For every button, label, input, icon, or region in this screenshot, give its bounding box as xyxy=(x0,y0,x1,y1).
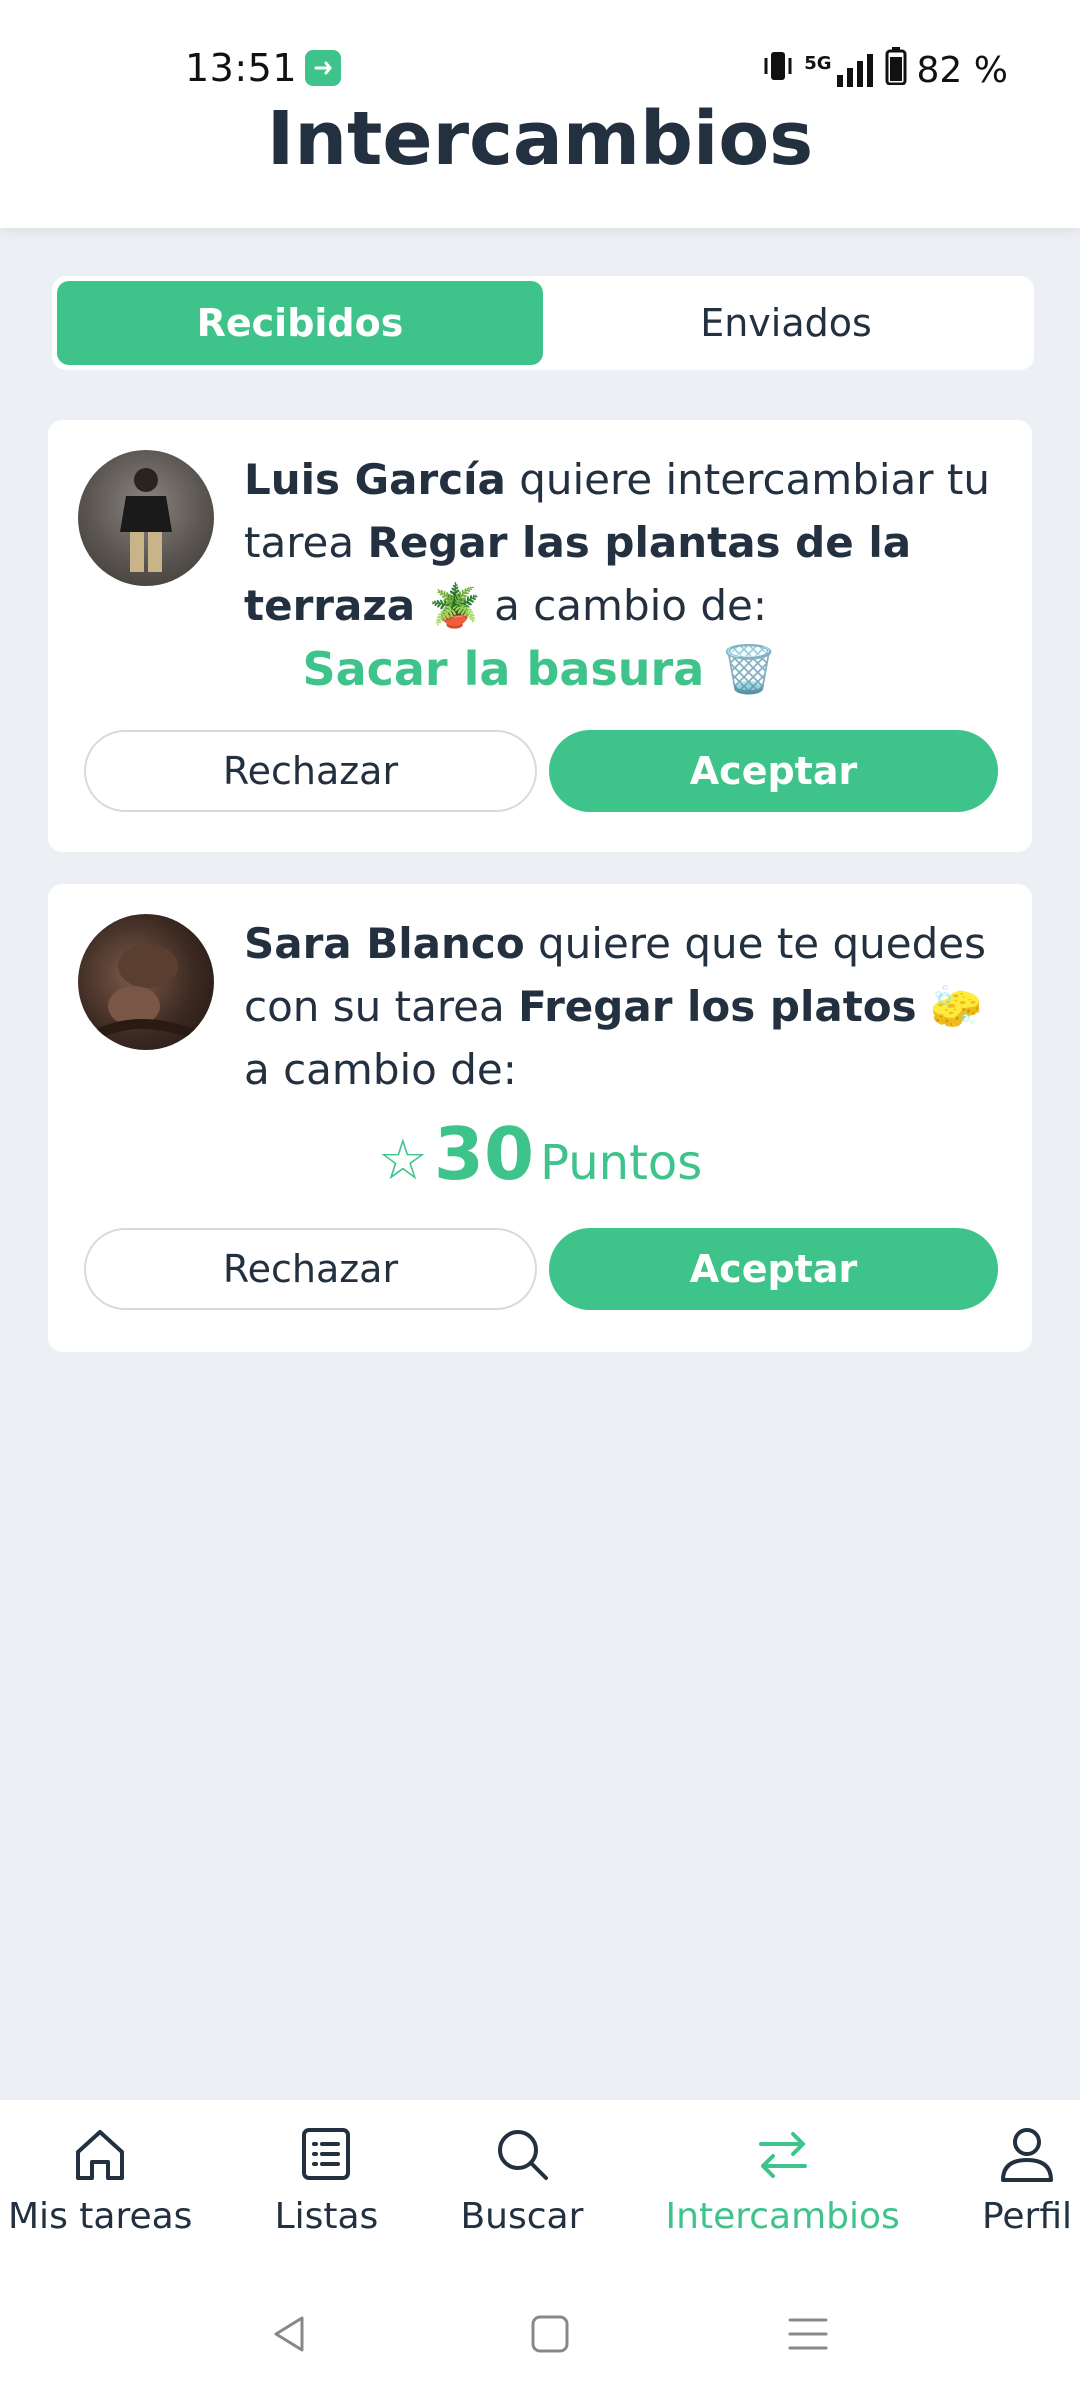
status-time: 13:51 xyxy=(185,46,298,90)
nav-label: Perfil xyxy=(981,2196,1072,2237)
task-emoji: 🪴 xyxy=(428,581,481,630)
accept-button[interactable]: Aceptar xyxy=(549,1228,998,1310)
nav-item-profile[interactable]: Perfil xyxy=(982,2100,1072,2270)
status-bar: 13:51 5G 82 % xyxy=(0,40,1080,100)
bottom-nav: Mis tareas Listas Buscar Intercambios Pe… xyxy=(0,2100,1080,2270)
signal-icon: 5G xyxy=(804,53,874,87)
exchange-request-card: Sara Blanco quiere que te quedes con su … xyxy=(48,884,1032,1352)
nav-label: Listas xyxy=(274,2196,379,2237)
accept-button[interactable]: Aceptar xyxy=(549,730,998,812)
star-icon: ☆ xyxy=(377,1128,428,1193)
page-title: Intercambios xyxy=(266,96,814,182)
back-icon[interactable] xyxy=(268,2312,312,2356)
nav-label: Buscar xyxy=(460,2196,584,2237)
request-message: Sara Blanco quiere que te quedes con su … xyxy=(244,919,986,1094)
requester-name: Luis García xyxy=(244,455,506,504)
header: 13:51 5G 82 % Intercambios xyxy=(0,0,1080,228)
home-button-icon[interactable] xyxy=(528,2312,572,2356)
status-indicators: 5G 82 % xyxy=(762,44,1008,96)
home-icon xyxy=(76,2130,125,2180)
list-icon xyxy=(302,2128,351,2180)
battery-icon xyxy=(885,46,907,94)
app-notification-icon xyxy=(305,50,341,86)
nav-item-lists[interactable]: Listas xyxy=(274,2100,379,2270)
action-buttons: Rechazar Aceptar xyxy=(84,730,998,812)
tab-received[interactable]: Recibidos xyxy=(57,281,543,365)
points-value: 30 xyxy=(433,1112,535,1196)
nav-label: Intercambios xyxy=(665,2196,900,2237)
vibrate-icon xyxy=(762,48,794,93)
swap-icon xyxy=(758,2132,807,2178)
avatar xyxy=(78,914,214,1050)
action-buttons: Rechazar Aceptar xyxy=(84,1228,998,1310)
offered-points: ☆ 30 Puntos xyxy=(48,1112,1032,1196)
search-icon xyxy=(497,2130,548,2180)
system-nav-bar xyxy=(0,2270,1080,2400)
reject-button[interactable]: Rechazar xyxy=(84,730,537,812)
user-icon xyxy=(1000,2128,1053,2182)
sponge-emoji: 🧽 xyxy=(930,982,983,1031)
requested-task: Fregar los platos xyxy=(518,982,917,1031)
offered-task: Sacar la basura 🗑️ xyxy=(302,642,778,696)
nav-item-search[interactable]: Buscar xyxy=(460,2100,583,2270)
exchange-tabs: Recibidos Enviados xyxy=(52,276,1034,370)
nav-item-my-tasks[interactable]: Mis tareas xyxy=(8,2100,192,2270)
menu-icon[interactable] xyxy=(786,2312,830,2356)
battery-level: 82 % xyxy=(916,49,1008,91)
network-type: 5G xyxy=(804,53,832,74)
exchange-request-card: Luis García quiere intercambiar tu tarea… xyxy=(48,420,1032,852)
reject-button[interactable]: Rechazar xyxy=(84,1228,537,1310)
trash-emoji: 🗑️ xyxy=(720,642,778,696)
request-message: Luis García quiere intercambiar tu tarea… xyxy=(244,455,990,630)
nav-label: Mis tareas xyxy=(8,2196,193,2237)
nav-item-exchanges[interactable]: Intercambios xyxy=(666,2100,900,2270)
points-unit: Puntos xyxy=(540,1135,703,1191)
requester-name: Sara Blanco xyxy=(244,919,525,968)
avatar xyxy=(78,450,214,586)
tab-sent[interactable]: Enviados xyxy=(543,281,1029,365)
